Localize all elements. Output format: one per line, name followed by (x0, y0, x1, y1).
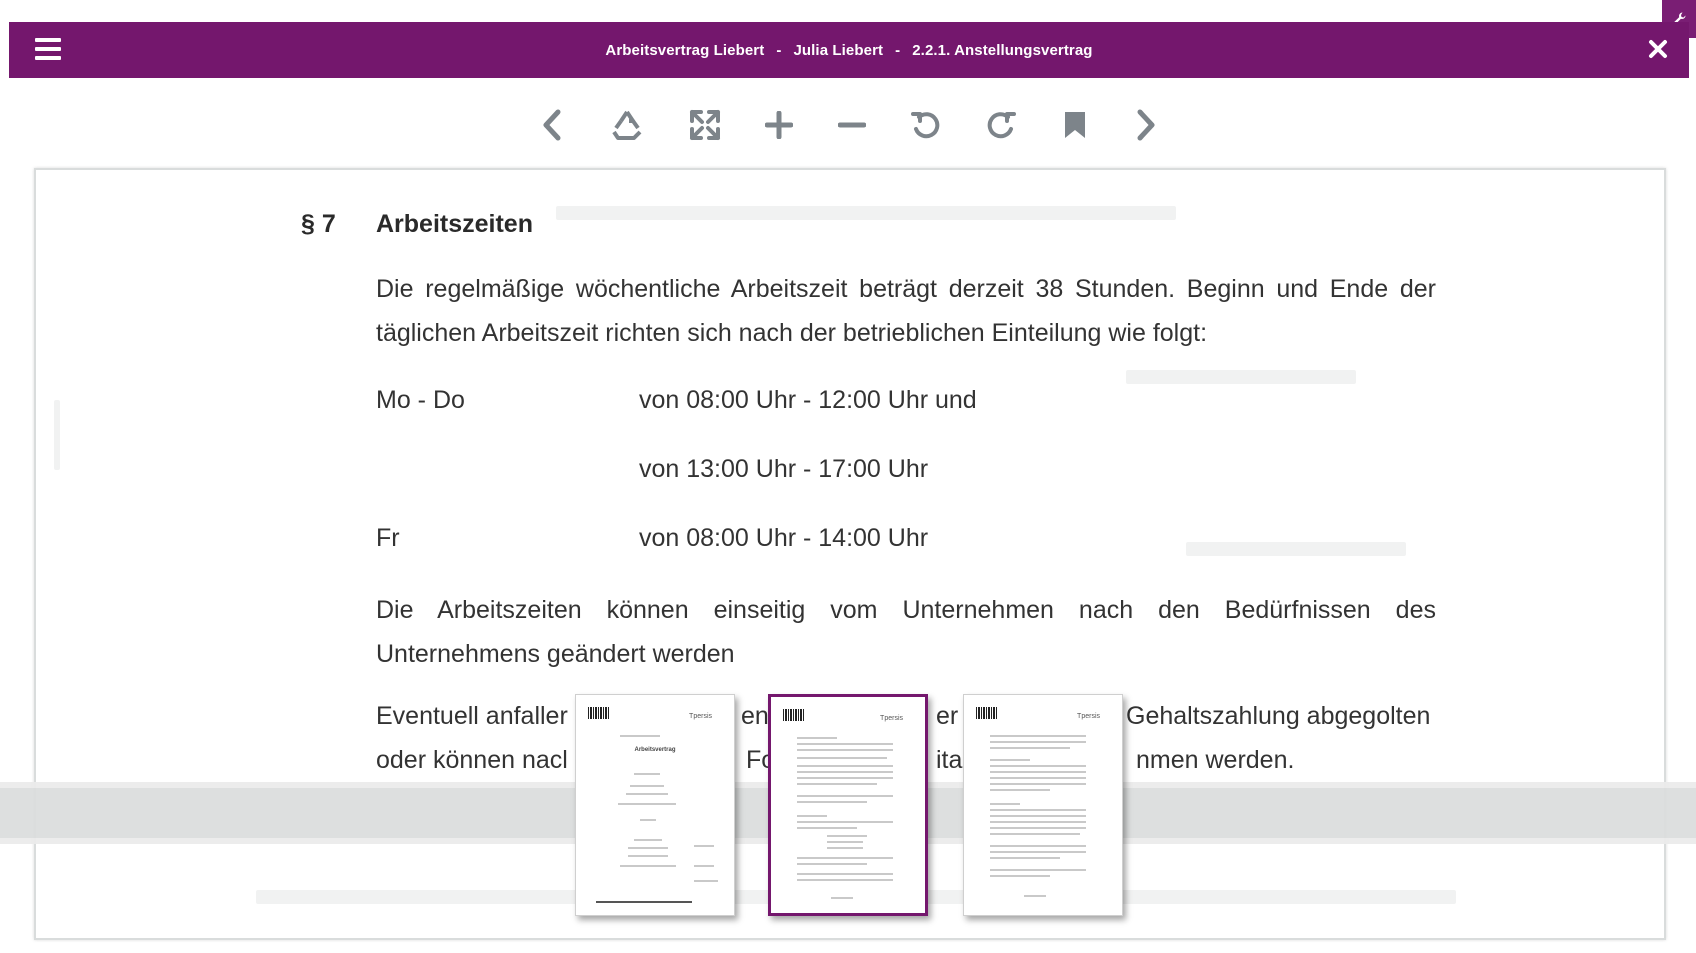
title-separator: - (776, 41, 782, 59)
barcode (976, 707, 998, 719)
plus-icon (765, 111, 793, 139)
hamburger-icon (35, 38, 61, 42)
next-button[interactable] (1124, 98, 1168, 152)
intro-text: Die regelmäßige wöchentliche Arbeitszeit… (376, 275, 1436, 347)
barcode (783, 709, 805, 721)
thumbnail-title: Arbeitsvertrag (634, 747, 676, 753)
rotate-right-icon (987, 112, 1016, 139)
ghost-text (1126, 370, 1356, 384)
close-icon (1649, 40, 1667, 58)
rotate-left-button[interactable] (904, 98, 948, 152)
page-thumbnail-1[interactable]: Tpersis Arbeitsvertrag (575, 694, 735, 916)
ghost-text (556, 206, 1176, 220)
change-text: Die Arbeitszeiten können einseitig vom U… (376, 596, 1436, 668)
chevron-left-icon (543, 109, 561, 141)
title-section: 2.2.1. Anstellungsvertrag (912, 41, 1093, 59)
viewer-header: Arbeitsvertrag Liebert - Julia Liebert -… (9, 22, 1689, 78)
schedule-time: von 13:00 Uhr - 17:00 Uhr (639, 455, 929, 483)
document-title: Arbeitsvertrag Liebert - Julia Liebert -… (605, 42, 1092, 59)
barcode (588, 707, 610, 719)
minus-icon (838, 122, 866, 128)
schedule-day: Mo - Do (376, 386, 465, 414)
overtime-text: ita (936, 746, 963, 774)
schedule-day: Fr (376, 524, 400, 552)
overtime-text: er (936, 702, 959, 730)
logo: Tpersis (1077, 713, 1100, 720)
paragraph-number: § 7 (301, 210, 336, 238)
page-thumbnail-2[interactable]: Tpersis (768, 694, 928, 916)
overtime-text: en (741, 702, 769, 730)
expand-icon (690, 110, 720, 140)
rotate-left-icon (911, 112, 940, 139)
overtime-text: nmen werden. (1136, 746, 1295, 774)
fit-screen-button[interactable] (683, 98, 727, 152)
overtime-text: Gehaltszahlung abgegolten (1126, 702, 1431, 730)
ghost-mark (54, 400, 60, 470)
logo: Tpersis (880, 715, 903, 722)
title-document: Arbeitsvertrag Liebert (605, 41, 765, 59)
schedule-time: von 08:00 Uhr - 12:00 Uhr und (639, 386, 977, 414)
previous-button[interactable] (530, 98, 574, 152)
ghost-text (1186, 542, 1406, 556)
logo: Tpersis (689, 713, 712, 720)
rotate-right-button[interactable] (979, 98, 1023, 152)
viewer-toolbar (530, 98, 1170, 152)
bookmark-icon (1065, 112, 1085, 138)
title-person: Julia Liebert (793, 41, 884, 59)
schedule-time: von 08:00 Uhr - 14:00 Uhr (639, 524, 929, 552)
bookmark-button[interactable] (1053, 98, 1097, 152)
recycle-button[interactable] (605, 98, 649, 152)
close-button[interactable] (1645, 36, 1671, 62)
zoom-in-button[interactable] (757, 98, 801, 152)
overtime-text: Eventuell anfaller (376, 702, 568, 730)
zoom-out-button[interactable] (830, 98, 874, 152)
chevron-right-icon (1137, 109, 1155, 141)
menu-button[interactable] (35, 38, 61, 62)
paragraph-title: Arbeitszeiten (376, 210, 533, 238)
recycle-icon (612, 110, 642, 140)
overtime-text: oder können nacl (376, 746, 568, 774)
title-separator: - (895, 41, 901, 59)
page-thumbnail-3[interactable]: Tpersis (963, 694, 1123, 916)
